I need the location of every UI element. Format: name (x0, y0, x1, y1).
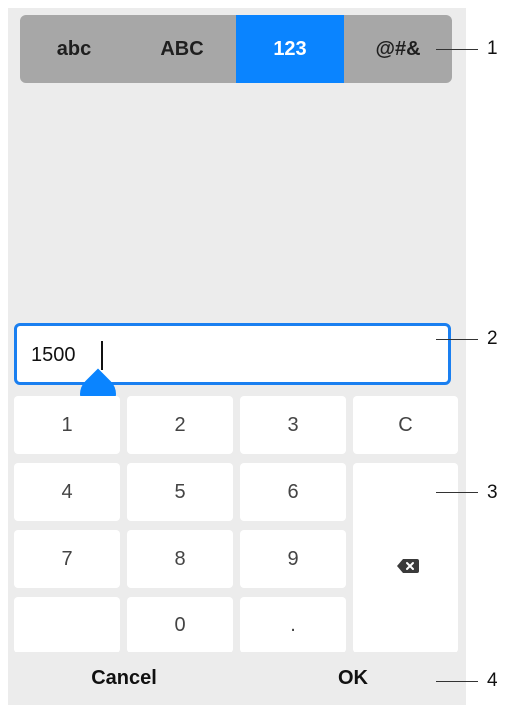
key-6[interactable]: 6 (240, 463, 346, 521)
key-1[interactable]: 1 (14, 396, 120, 454)
callout-line-3 (436, 492, 478, 493)
ok-button[interactable]: OK (240, 652, 466, 705)
key-8[interactable]: 8 (127, 530, 233, 588)
callout-line-2 (436, 339, 478, 340)
callout-line-4 (436, 681, 478, 682)
footer-bar: Cancel OK (8, 652, 466, 705)
key-5[interactable]: 5 (127, 463, 233, 521)
callout-line-1 (436, 49, 478, 50)
callout-4: 4 (487, 670, 498, 691)
key-blank (14, 597, 120, 653)
key-4[interactable]: 4 (14, 463, 120, 521)
backspace-icon (397, 559, 419, 573)
callout-2: 2 (487, 328, 498, 349)
number-input-field[interactable]: 1500 (14, 323, 451, 385)
key-clear[interactable]: C (353, 396, 458, 454)
key-0[interactable]: 0 (127, 597, 233, 653)
key-9[interactable]: 9 (240, 530, 346, 588)
key-3[interactable]: 3 (240, 396, 346, 454)
key-7[interactable]: 7 (14, 530, 120, 588)
mode-tab-bar: abc ABC 123 @#& (20, 15, 452, 83)
text-caret (101, 341, 103, 370)
callout-1: 1 (487, 38, 498, 59)
input-value: 1500 (31, 344, 76, 366)
tab-123[interactable]: 123 (236, 15, 344, 83)
tab-ABC[interactable]: ABC (128, 15, 236, 83)
cancel-button[interactable]: Cancel (8, 652, 240, 705)
key-2[interactable]: 2 (127, 396, 233, 454)
key-decimal[interactable]: . (240, 597, 346, 653)
callout-3: 3 (487, 482, 498, 503)
tab-abc[interactable]: abc (20, 15, 128, 83)
